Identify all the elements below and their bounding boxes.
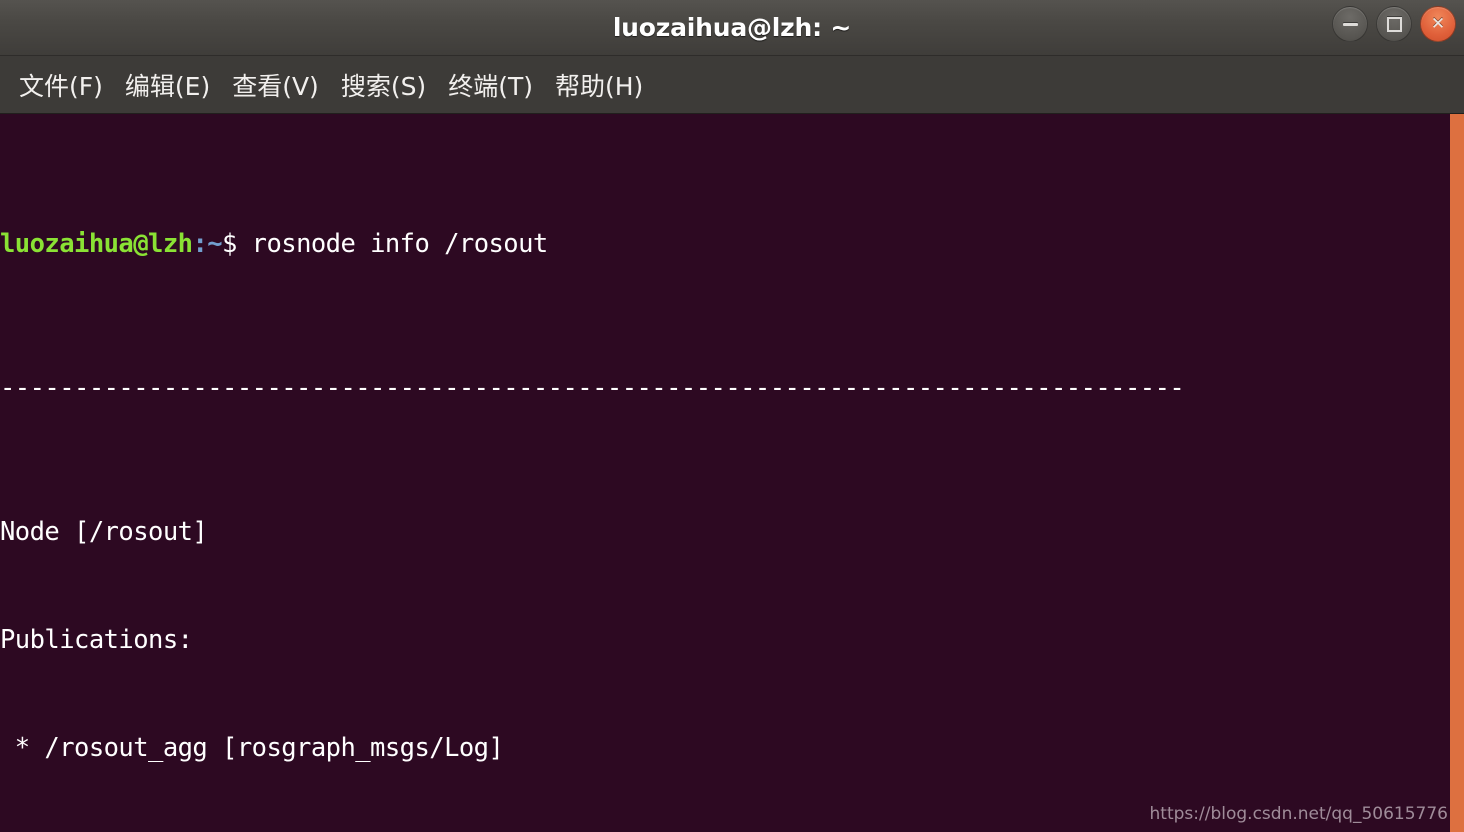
menu-item-search[interactable]: 搜索(S) xyxy=(330,65,437,105)
prompt-path: :~ xyxy=(192,229,223,259)
watermark-text: https://blog.csdn.net/qq_50615776 xyxy=(1149,804,1448,824)
menu-item-help[interactable]: 帮助(H) xyxy=(544,65,654,105)
output-line: * /rosout_agg [rosgraph_msgs/Log] xyxy=(0,733,504,763)
command-line: luozaihua@lzh:~$ rosnode info /rosout xyxy=(0,226,1450,262)
prompt-symbol: $ xyxy=(222,229,237,259)
output-line: Node [/rosout] xyxy=(0,517,208,547)
menu-item-view[interactable]: 查看(V) xyxy=(221,65,330,105)
window-controls: ✕ xyxy=(1332,6,1456,42)
scrollbar-thumb[interactable] xyxy=(1450,114,1464,832)
menu-item-terminal[interactable]: 终端(T) xyxy=(437,65,544,105)
terminal-screen[interactable]: luozaihua@lzh:~$ rosnode info /rosout --… xyxy=(0,114,1450,832)
close-icon: ✕ xyxy=(1430,13,1446,34)
title-bar: luozaihua@lzh: ~ ✕ xyxy=(0,0,1464,56)
menu-item-file[interactable]: 文件(F) xyxy=(8,65,114,105)
maximize-button[interactable] xyxy=(1376,6,1412,42)
prompt-user-host: luozaihua@lzh xyxy=(0,229,193,259)
menu-item-edit[interactable]: 编辑(E) xyxy=(114,65,221,105)
window-title: luozaihua@lzh: ~ xyxy=(612,13,852,42)
minimize-icon xyxy=(1342,22,1358,26)
terminal-text: luozaihua@lzh:~$ rosnode info /rosout --… xyxy=(0,118,1450,832)
typed-command: rosnode info /rosout xyxy=(236,229,549,259)
separator-line: ----------------------------------------… xyxy=(0,373,1185,403)
close-button[interactable]: ✕ xyxy=(1420,6,1456,42)
maximize-icon xyxy=(1386,16,1402,32)
minimize-button[interactable] xyxy=(1332,6,1368,42)
terminal-scrollbar[interactable] xyxy=(1450,114,1464,832)
output-line: Publications: xyxy=(0,625,193,655)
terminal-window: luozaihua@lzh: ~ ✕ 文件(F) 编辑(E) 查看(V) 搜索(… xyxy=(0,0,1464,832)
menu-bar: 文件(F) 编辑(E) 查看(V) 搜索(S) 终端(T) 帮助(H) xyxy=(0,56,1464,114)
